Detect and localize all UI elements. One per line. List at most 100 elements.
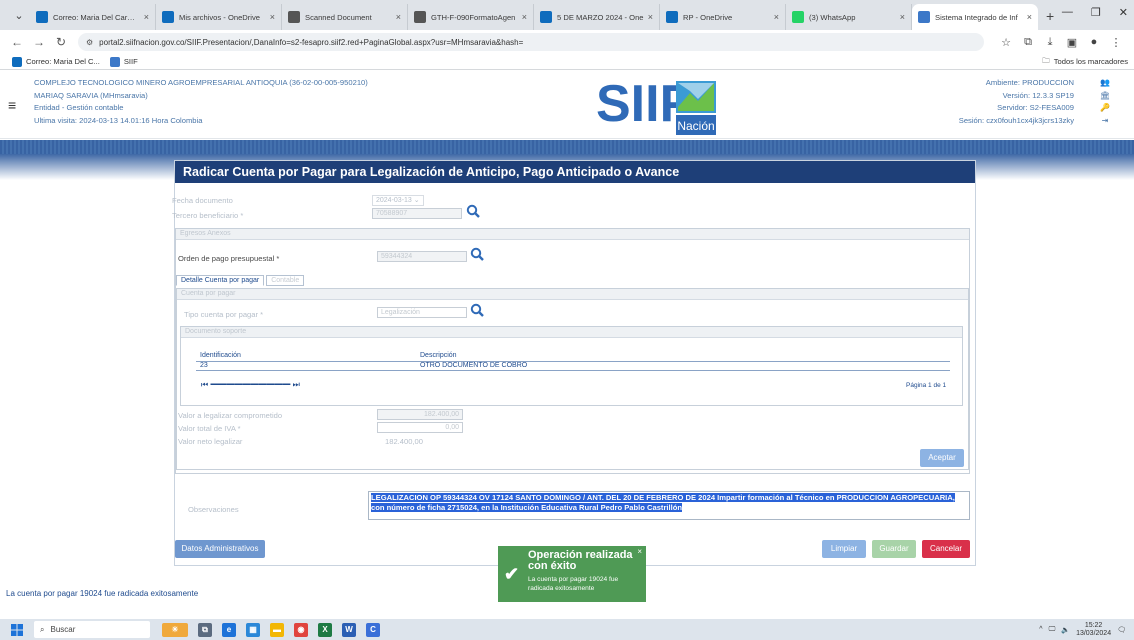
tipo-search-icon[interactable] bbox=[470, 303, 484, 317]
last-page-icon[interactable]: ⏭ bbox=[293, 380, 300, 389]
user-name[interactable]: MARIAQ SARAVIA (MHmsaravia) bbox=[34, 90, 368, 103]
limpiar-button[interactable]: Limpiar bbox=[822, 540, 866, 558]
orden-label: Orden de pago presupuestal * bbox=[178, 254, 280, 263]
hamburger-menu-icon[interactable]: ≡ bbox=[8, 97, 16, 113]
browser-tab[interactable]: Mis archivos - OneDrive × bbox=[156, 4, 282, 30]
extensions-icon[interactable]: ⧉ bbox=[1018, 36, 1038, 49]
minimize-icon[interactable]: — bbox=[1062, 6, 1073, 19]
tab-close-icon[interactable]: × bbox=[396, 12, 401, 22]
store-icon[interactable]: ▦ bbox=[246, 622, 260, 637]
volume-icon[interactable]: 🔈 bbox=[1061, 626, 1070, 634]
browser-tab[interactable]: 5 DE MARZO 2024 - One × bbox=[534, 4, 660, 30]
orden-search-icon[interactable] bbox=[470, 247, 484, 261]
edge-icon[interactable]: e bbox=[222, 622, 236, 637]
valor-iva-input[interactable]: 0,00 bbox=[377, 422, 463, 433]
toast-title: Operación realizada con éxito bbox=[528, 549, 633, 572]
forward-icon[interactable]: → bbox=[30, 35, 48, 49]
orden-input[interactable]: 59344324 bbox=[377, 251, 467, 262]
tab-contable[interactable]: Contable bbox=[266, 275, 305, 286]
chrome-icon[interactable]: ◉ bbox=[294, 622, 308, 637]
search-icon: ⌕ bbox=[40, 624, 45, 634]
bank-icon[interactable]: 🏛 bbox=[1100, 90, 1110, 103]
cancelar-button[interactable]: Cancelar bbox=[922, 540, 970, 558]
valor-iva-label: Valor total de IVA * bbox=[178, 424, 241, 433]
site-info-icon[interactable]: ⚙ bbox=[86, 38, 93, 47]
tab-close-icon[interactable]: × bbox=[144, 12, 149, 22]
excel-icon[interactable]: X bbox=[318, 622, 332, 637]
clock[interactable]: 15:22 13/03/2024 bbox=[1076, 622, 1111, 638]
tab-search-icon[interactable]: ⌄ bbox=[8, 4, 30, 26]
pager-slider[interactable]: ━━━━━━━━━━ bbox=[210, 380, 290, 389]
file-explorer-icon[interactable]: ▬ bbox=[270, 622, 284, 637]
fecha-label: Fecha documento bbox=[172, 196, 233, 205]
browser-tab[interactable]: GTH-F-090FormatoAgen × bbox=[408, 4, 534, 30]
tab-detalle-cuenta[interactable]: Detalle Cuenta por pagar bbox=[176, 275, 265, 286]
network-icon[interactable]: 🖵 bbox=[1049, 626, 1056, 634]
tab-close-icon[interactable]: × bbox=[774, 12, 779, 22]
aceptar-button[interactable]: Aceptar bbox=[920, 449, 964, 467]
bookmarks-bar: Correo: Maria Del C... SIIF 🗀 Todos los … bbox=[0, 54, 1134, 70]
browser-tab[interactable]: Correo: Maria Del Carmen × bbox=[30, 4, 156, 30]
back-icon[interactable]: ← bbox=[8, 35, 26, 49]
version-label: Versión: 12.3.3 SP19 bbox=[1002, 90, 1074, 100]
all-bookmarks[interactable]: 🗀 Todos los marcadores bbox=[1042, 55, 1128, 68]
download-icon[interactable]: ⤓ bbox=[1040, 36, 1060, 49]
notifications-icon[interactable]: 🗨 bbox=[1117, 626, 1126, 634]
tab-close-icon[interactable]: × bbox=[1027, 12, 1032, 22]
bookmark-correo[interactable]: Correo: Maria Del C... bbox=[12, 56, 100, 67]
valor-neto-label: Valor neto legalizar bbox=[178, 437, 243, 446]
widgets-icon[interactable]: ☀ bbox=[162, 622, 188, 637]
table-row[interactable]: 23 OTRO DOCUMENTO DE COBRO bbox=[196, 361, 950, 371]
users-icon[interactable]: 👥 bbox=[1100, 77, 1110, 90]
bookmark-label: Correo: Maria Del C... bbox=[26, 57, 100, 66]
tipo-cuenta-input[interactable]: Legalización bbox=[377, 307, 467, 318]
browser-tab[interactable]: RP - OneDrive × bbox=[660, 4, 786, 30]
restore-icon[interactable]: ❐ bbox=[1091, 6, 1101, 19]
fecha-select[interactable]: 2024-03-13 ⌄ bbox=[372, 195, 424, 206]
tercero-input[interactable]: 70588907 bbox=[372, 208, 462, 219]
key-icon[interactable]: 🔑 bbox=[1100, 102, 1110, 115]
taskbar-search[interactable]: ⌕ Buscar bbox=[34, 621, 150, 638]
tab-close-icon[interactable]: × bbox=[900, 12, 905, 22]
tab-favicon-icon bbox=[36, 11, 48, 23]
cell-identificacion: 23 bbox=[196, 361, 416, 371]
siif-icon bbox=[109, 56, 120, 67]
valor-legalizar-input: 182.400,00 bbox=[377, 409, 463, 420]
cuenta-section-head: Cuenta por pagar bbox=[177, 289, 968, 300]
toast-close-icon[interactable]: × bbox=[637, 547, 642, 556]
grid-header-row: Identificación Descripción bbox=[196, 351, 950, 362]
entity-profile[interactable]: Entidad - Gestión contable bbox=[34, 102, 368, 115]
bookmark-siif[interactable]: SIIF bbox=[109, 56, 138, 67]
windows-start-icon[interactable] bbox=[0, 623, 34, 636]
tab-close-icon[interactable]: × bbox=[270, 12, 275, 22]
tab-favicon-icon bbox=[540, 11, 552, 23]
window-controls: — ❐ ✕ bbox=[1062, 6, 1128, 19]
tray-chevron-icon[interactable]: ^ bbox=[1039, 626, 1042, 633]
new-tab-button[interactable]: + bbox=[1046, 8, 1054, 24]
logout-icon[interactable]: ⇥ bbox=[1100, 115, 1110, 128]
address-bar[interactable]: ⚙ portal2.siifnacion.gov.co/SIIF.Present… bbox=[78, 33, 984, 51]
guardar-button[interactable]: Guardar bbox=[872, 540, 916, 558]
observaciones-textarea[interactable]: LEGALIZACION OP 59344324 OV 17124 SANTO … bbox=[368, 491, 970, 520]
task-view-icon[interactable]: ⧉ bbox=[198, 622, 212, 637]
sidepanel-icon[interactable]: ▣ bbox=[1062, 36, 1082, 49]
menu-kebab-icon[interactable]: ⋮ bbox=[1106, 36, 1126, 49]
tercero-search-icon[interactable] bbox=[466, 204, 480, 218]
tab-favicon-icon bbox=[414, 11, 426, 23]
browser-tab[interactable]: Scanned Document × bbox=[282, 4, 408, 30]
tab-title: GTH-F-090FormatoAgen bbox=[431, 12, 516, 22]
browser-tab[interactable]: (3) WhatsApp × bbox=[786, 4, 912, 30]
close-window-icon[interactable]: ✕ bbox=[1119, 6, 1128, 19]
tab-close-icon[interactable]: × bbox=[648, 12, 653, 22]
bookmark-star-icon[interactable]: ☆ bbox=[996, 36, 1016, 49]
profile-avatar-icon[interactable]: ● bbox=[1084, 36, 1104, 48]
bookmark-label: SIIF bbox=[123, 57, 138, 66]
reload-icon[interactable]: ↻ bbox=[52, 35, 70, 49]
tab-title: 5 DE MARZO 2024 - One bbox=[557, 12, 644, 22]
word-icon[interactable]: W bbox=[342, 622, 356, 637]
datos-administrativos-button[interactable]: Datos Administrativos bbox=[175, 540, 265, 558]
first-page-icon[interactable]: ⏮ bbox=[201, 380, 208, 389]
copilot-icon[interactable]: C bbox=[366, 622, 380, 637]
tab-close-icon[interactable]: × bbox=[522, 12, 527, 22]
browser-tab[interactable]: Sistema Integrado de Inf × bbox=[912, 4, 1038, 30]
